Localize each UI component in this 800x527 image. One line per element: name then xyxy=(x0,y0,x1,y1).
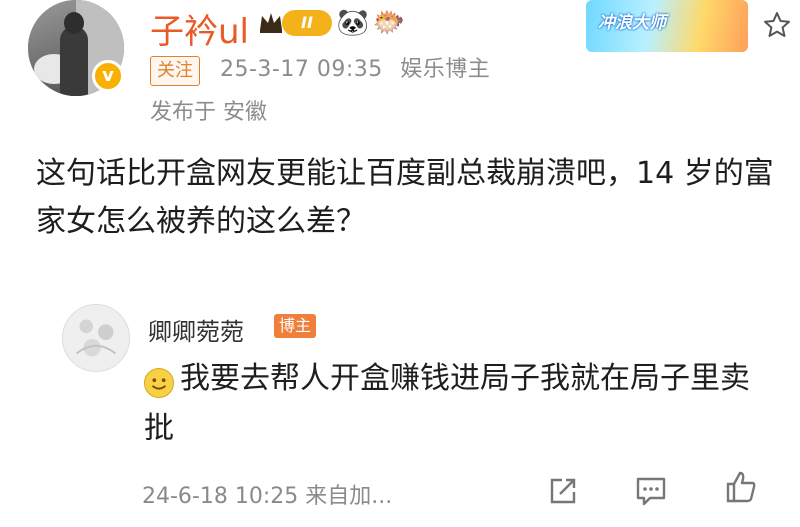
level-badge: II xyxy=(282,10,332,36)
reply-meta: 24-6-18 10:25 来自加... xyxy=(142,484,393,509)
post-meta: 25-3-17 09:35 娱乐博主 xyxy=(220,56,490,84)
verified-badge-icon: v xyxy=(92,60,124,92)
panda-icon: 🐼 xyxy=(336,8,370,38)
star-icon[interactable] xyxy=(762,10,792,40)
share-icon[interactable] xyxy=(546,474,580,508)
author-tag: 娱乐博主 xyxy=(400,57,491,82)
follow-button[interactable]: 关注 xyxy=(150,56,200,86)
pufferfish-icon: 🐡 xyxy=(372,8,406,38)
post-location: 发布于 安徽 xyxy=(150,100,267,125)
crown-icon xyxy=(260,13,282,33)
reply-avatar[interactable] xyxy=(62,304,130,372)
reply-author[interactable]: 卿卿菀菀 xyxy=(148,312,244,347)
promo-label[interactable]: 冲浪大师 xyxy=(598,8,666,33)
post-text: 这句话比开盒网友更能让百度副总裁崩溃吧，14 岁的富家女怎么被养的这么差？ xyxy=(36,156,774,239)
reply-text: 我要去帮人开盒赚钱进局子我就在局子里卖批 xyxy=(144,361,750,446)
post-timestamp: 25-3-17 09:35 xyxy=(220,57,383,82)
like-icon[interactable] xyxy=(724,470,758,504)
comment-icon[interactable] xyxy=(634,474,668,508)
author-username[interactable]: 子衿ul xyxy=(150,4,249,53)
poster-tag: 博主 xyxy=(274,314,317,338)
